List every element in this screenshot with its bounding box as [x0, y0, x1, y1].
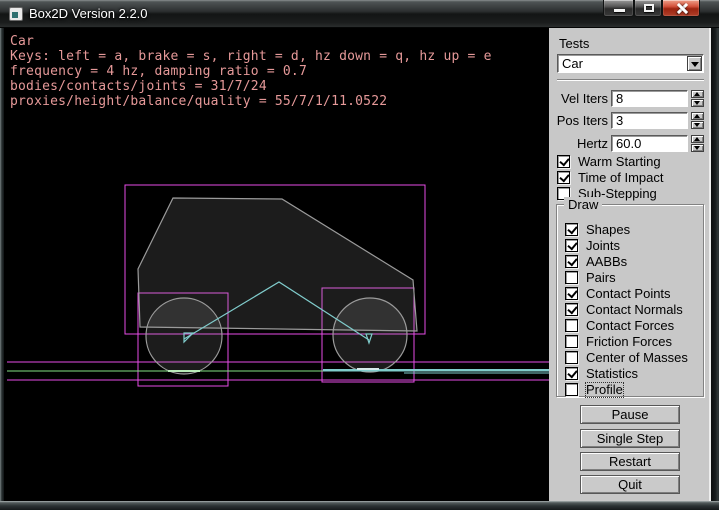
checkbox-icon: [565, 367, 578, 380]
window-controls: [603, 0, 700, 17]
maximize-icon: [644, 4, 654, 12]
pos-iters-field[interactable]: 3: [611, 112, 688, 129]
app-icon: [9, 7, 23, 21]
pos-iters-arrows: [691, 112, 704, 129]
minimize-icon: [614, 9, 625, 12]
profile-label: Profile: [586, 383, 623, 397]
joints-label: Joints: [586, 239, 620, 253]
window-border-bottom: [0, 501, 719, 510]
quit-button[interactable]: Quit: [580, 475, 680, 494]
vel-iters-field[interactable]: 8: [611, 90, 688, 107]
center-of-masses-label: Center of Masses: [586, 351, 688, 365]
app-window: Box2D Version 2.2.0: [0, 0, 719, 510]
contact-normals-label: Contact Normals: [586, 303, 683, 317]
warm-starting-label: Warm Starting: [578, 155, 661, 169]
hertz-arrows: [691, 135, 704, 152]
maximize-button[interactable]: [634, 0, 662, 17]
checkbox-icon: [557, 171, 570, 184]
shapes-label: Shapes: [586, 223, 630, 237]
separator: [557, 79, 704, 81]
checkbox-icon: [557, 155, 570, 168]
checkbox-icon: [565, 335, 578, 348]
arrow-up-icon[interactable]: [691, 135, 704, 143]
checkbox-icon: [565, 287, 578, 300]
hud-line-keys: Keys: left = a, brake = s, right = d, hz…: [10, 49, 492, 64]
arrow-up-icon[interactable]: [691, 112, 704, 120]
arrow-down-icon[interactable]: [691, 144, 704, 152]
pos-iters-label: Pos Iters: [549, 113, 608, 128]
arrow-down-icon[interactable]: [691, 121, 704, 129]
pause-button[interactable]: Pause: [580, 405, 680, 424]
window-title: Box2D Version 2.2.0: [29, 6, 148, 21]
tests-label: Tests: [559, 36, 589, 51]
right-wheel[interactable]: [333, 298, 407, 372]
tests-dropdown-value: Car: [562, 56, 583, 72]
vel-iters-spinner: Vel Iters 8: [549, 90, 711, 107]
hud-line-proxies: proxies/height/balance/quality = 55/7/1/…: [10, 94, 387, 109]
checkbox-icon: [565, 239, 578, 252]
vel-iters-arrows: [691, 90, 704, 107]
checkbox-icon: [565, 383, 578, 396]
checkbox-icon: [565, 223, 578, 236]
statistics-label: Statistics: [586, 367, 638, 381]
single-step-button[interactable]: Single Step: [580, 429, 680, 448]
hertz-field[interactable]: 60.0: [611, 135, 688, 152]
time-of-impact-label: Time of Impact: [578, 171, 663, 185]
checkbox-icon: [565, 351, 578, 364]
draw-groupbox-label: Draw: [564, 197, 602, 212]
hertz-label: Hertz: [549, 136, 608, 151]
draw-groupbox: Draw Shapes Joints AABBs Pairs Contact P…: [556, 204, 704, 397]
tests-dropdown[interactable]: Car: [557, 54, 704, 73]
hud-text: Car Keys: left = a, brake = s, right = d…: [10, 34, 492, 109]
simulation-canvas[interactable]: Car Keys: left = a, brake = s, right = d…: [4, 28, 549, 501]
aabbs-label: AABBs: [586, 255, 627, 269]
pairs-label: Pairs: [586, 271, 616, 285]
minimize-button[interactable]: [603, 0, 634, 17]
checkbox-icon: [565, 271, 578, 284]
restart-button[interactable]: Restart: [580, 452, 680, 471]
hud-line-counts: bodies/contacts/joints = 31/7/24: [10, 79, 267, 94]
control-panel: Tests Car Vel Iters 8 Pos Iters 3 Hertz: [549, 28, 711, 501]
arrow-up-icon[interactable]: [691, 90, 704, 98]
arrow-down-icon[interactable]: [691, 99, 704, 107]
pos-iters-spinner: Pos Iters 3: [549, 112, 711, 129]
hertz-spinner: Hertz 60.0: [549, 135, 711, 152]
contact-points-label: Contact Points: [586, 287, 671, 301]
chevron-down-icon[interactable]: [687, 56, 702, 71]
close-icon: [676, 3, 687, 14]
checkbox-icon: [565, 255, 578, 268]
window-border-right: [711, 28, 719, 501]
checkbox-icon: [565, 319, 578, 332]
hud-line-title: Car: [10, 34, 34, 49]
contact-forces-label: Contact Forces: [586, 319, 674, 333]
checkbox-icon: [565, 303, 578, 316]
title-bar[interactable]: Box2D Version 2.2.0: [0, 0, 719, 28]
hud-line-frequency: frequency = 4 hz, damping ratio = 0.7: [10, 64, 307, 79]
friction-forces-label: Friction Forces: [586, 335, 672, 349]
close-button[interactable]: [662, 0, 700, 17]
vel-iters-label: Vel Iters: [549, 91, 608, 106]
